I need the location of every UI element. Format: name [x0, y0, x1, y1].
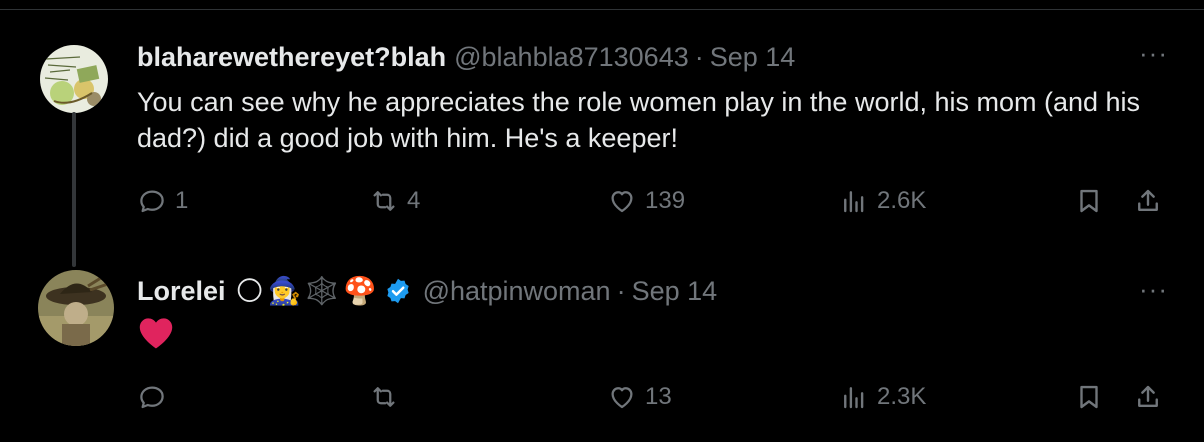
avatar-blah[interactable]	[40, 45, 108, 113]
share-icon	[1138, 189, 1158, 211]
more-icon[interactable]: ···	[1139, 38, 1168, 69]
like-icon	[611, 191, 633, 213]
display-name[interactable]: Lorelei	[137, 276, 226, 307]
tweet-1[interactable]: blaharewethereyet?blah @blahbla87130643 …	[0, 0, 1204, 267]
avatar-lorelei[interactable]	[38, 270, 114, 346]
more-icon[interactable]: ···	[1139, 274, 1168, 305]
view-count: 2.3K	[877, 383, 927, 410]
spider-web-emoji: 🕸️	[305, 276, 339, 306]
avatar-blah-image	[40, 45, 108, 113]
verified-badge-icon[interactable]	[383, 276, 413, 306]
tweet-text: You can see why he appreciates the role …	[137, 87, 1141, 153]
timestamp[interactable]: Sep 14	[710, 42, 796, 73]
views-button[interactable]: 2.3K	[839, 382, 926, 412]
avatar-lorelei-image	[38, 270, 114, 346]
tweet-2[interactable]: Lorelei 🌕 🧙‍♀️ 🕸️ 🍄 @hatpinwoman · Sep 1…	[0, 262, 1204, 442]
views-icon	[844, 387, 864, 409]
repost-icon	[373, 387, 395, 407]
bookmark-button[interactable]	[1074, 186, 1104, 216]
mushroom-emoji: 🍄	[342, 276, 377, 306]
like-button[interactable]: 139	[607, 186, 685, 216]
dot-separator: ·	[616, 275, 626, 306]
red-heart-icon	[139, 318, 173, 349]
reply-button[interactable]	[137, 382, 175, 412]
views-icon	[844, 191, 864, 213]
like-button[interactable]: 13	[607, 382, 672, 412]
reply-icon	[140, 386, 164, 409]
tweet-2-header: Lorelei 🌕 🧙‍♀️ 🕸️ 🍄 @hatpinwoman · Sep 1…	[137, 274, 717, 308]
tweet-text: ❤️	[137, 314, 1174, 354]
tweet-2-actions: 13 2.3K	[137, 382, 1174, 418]
user-handle[interactable]: @blahbla87130643	[454, 42, 689, 73]
thread-connector	[72, 112, 76, 267]
like-icon	[611, 387, 633, 409]
share-icon	[1138, 385, 1158, 407]
repost-count: 4	[407, 187, 421, 214]
woman-mage-emoji: 🧙‍♀️	[267, 276, 302, 306]
repost-button[interactable]	[369, 382, 407, 412]
view-count: 2.6K	[877, 187, 927, 214]
like-count: 139	[645, 187, 686, 214]
user-handle[interactable]: @hatpinwoman	[423, 276, 611, 307]
bookmark-icon	[1080, 385, 1098, 409]
timestamp[interactable]: Sep 14	[632, 276, 718, 307]
display-name[interactable]: blaharewethereyet?blah	[137, 42, 446, 73]
share-button[interactable]	[1133, 382, 1163, 412]
tweet-1-header: blaharewethereyet?blah @blahbla87130643 …	[137, 40, 795, 74]
dot-separator: ·	[694, 41, 704, 72]
bookmark-button[interactable]	[1074, 382, 1104, 412]
repost-icon	[373, 191, 395, 211]
reply-button[interactable]: 1	[137, 186, 188, 216]
tweet-1-actions: 1 4 139 2.6K	[137, 186, 1174, 222]
views-button[interactable]: 2.6K	[839, 186, 926, 216]
reply-icon	[140, 190, 164, 213]
reply-count: 1	[175, 187, 189, 214]
moon-emoji: 🌕	[235, 275, 264, 306]
bookmark-icon	[1080, 189, 1098, 213]
share-button[interactable]	[1133, 186, 1163, 216]
like-count: 13	[645, 383, 672, 410]
repost-button[interactable]: 4	[369, 186, 420, 216]
